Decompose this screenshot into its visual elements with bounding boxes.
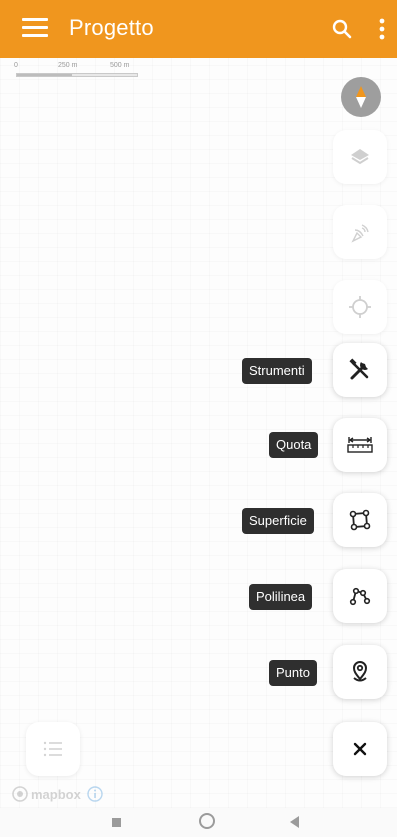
satellite-dish-icon: [351, 224, 369, 243]
close-button[interactable]: [333, 722, 387, 776]
polygon-icon: [349, 509, 371, 531]
recent-apps-icon[interactable]: [112, 818, 121, 827]
tools-icon: [349, 358, 369, 380]
search-icon: [332, 19, 352, 39]
system-navigation-bar: [0, 808, 397, 837]
page-title: Progetto: [69, 15, 154, 40]
list-button[interactable]: [26, 722, 80, 776]
locate-button[interactable]: [333, 280, 387, 334]
compass-button[interactable]: [341, 77, 381, 117]
gps-button[interactable]: [333, 205, 387, 259]
back-icon[interactable]: [290, 816, 299, 828]
crosshair-icon: [349, 296, 371, 318]
ruler-icon: [347, 437, 373, 453]
superficie-button[interactable]: [333, 493, 387, 547]
scale-label-zero: 0: [14, 62, 18, 69]
polilinea-button[interactable]: [333, 569, 387, 623]
list-icon: [43, 741, 62, 757]
punto-button[interactable]: [333, 645, 387, 699]
hamburger-menu-icon: [22, 18, 48, 21]
punto-label[interactable]: Punto: [269, 660, 317, 686]
polilinea-label[interactable]: Polilinea: [249, 584, 313, 610]
strumenti-button[interactable]: [333, 343, 387, 397]
mapbox-attribution[interactable]: mapbox: [12, 784, 103, 804]
map-scale-bar: 0 250 m 500 m: [14, 62, 144, 84]
search-button[interactable]: [330, 17, 354, 41]
home-icon[interactable]: [199, 813, 215, 829]
info-icon[interactable]: [87, 786, 103, 802]
quota-label[interactable]: Quota: [269, 432, 319, 458]
layers-icon: [351, 149, 369, 165]
more-vert-icon: [379, 18, 385, 40]
polyline-icon: [349, 587, 371, 606]
close-icon: [353, 742, 367, 756]
app-bar: Progetto: [0, 0, 397, 58]
scale-label-end: 500 m: [110, 62, 130, 69]
compass-icon: [356, 86, 366, 108]
mapbox-wordmark: mapbox: [31, 786, 81, 802]
menu-button[interactable]: [22, 18, 48, 40]
superficie-label[interactable]: Superficie: [242, 508, 314, 534]
scale-label-mid: 250 m: [58, 62, 78, 69]
more-options-button[interactable]: [374, 16, 390, 42]
map-pin-icon: [352, 661, 368, 682]
quota-button[interactable]: [333, 418, 387, 472]
mapbox-logo-icon: [12, 786, 28, 802]
layers-button[interactable]: [333, 130, 387, 184]
strumenti-label[interactable]: Strumenti: [242, 358, 312, 384]
